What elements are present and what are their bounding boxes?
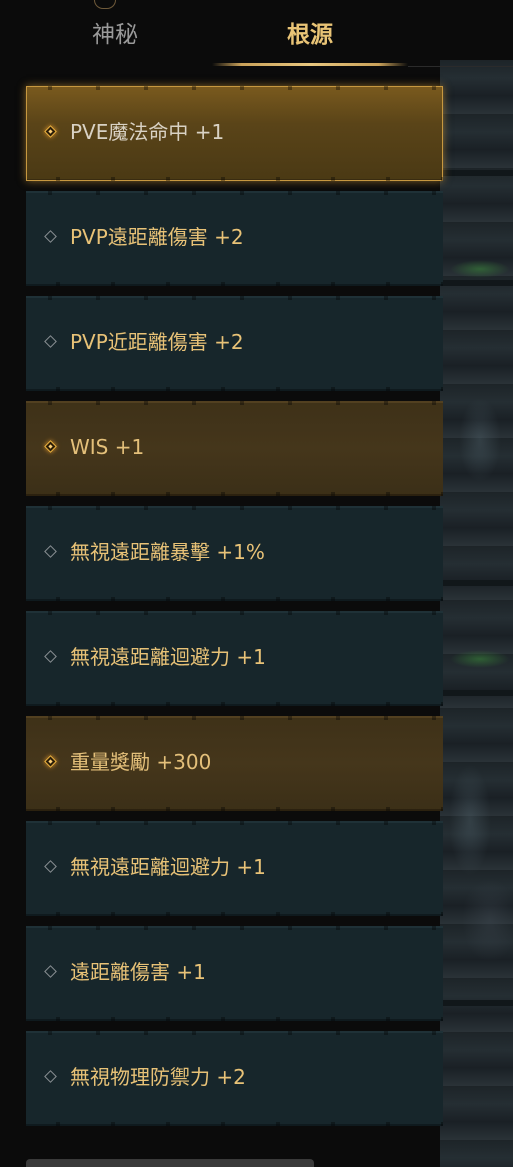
stat-label: 遠距離傷害 +1 xyxy=(70,960,206,984)
diamond-active-icon xyxy=(44,440,57,453)
diamond-icon xyxy=(44,545,57,558)
stat-list-item[interactable]: 遠距離傷害 +1 xyxy=(26,926,443,1021)
moss-decoration xyxy=(450,260,510,278)
relief-band xyxy=(440,1000,513,1006)
diamond-icon xyxy=(44,860,57,873)
tab-divider xyxy=(408,66,513,67)
stat-panel: 神秘 根源 PVE魔法命中 +1 PVP遠距離傷害 +2 PVP近距離傷害 +2 WI… xyxy=(0,0,513,1167)
stat-label: 無視遠距離暴擊 +1% xyxy=(70,540,265,564)
scroll-edge-bar xyxy=(26,1159,314,1167)
active-tab-underline xyxy=(212,63,408,66)
tab-mystic[interactable]: 神秘 xyxy=(60,18,170,62)
stat-label: 無視遠距離迴避力 +1 xyxy=(70,645,266,669)
stat-label: 重量獎勵 +300 xyxy=(70,750,212,774)
relief-band xyxy=(440,690,513,696)
tab-origin[interactable]: 根源 xyxy=(212,18,408,62)
stat-label: 無視遠距離迴避力 +1 xyxy=(70,855,266,879)
diamond-icon xyxy=(44,335,57,348)
diamond-icon xyxy=(44,965,57,978)
stat-label: PVE魔法命中 +1 xyxy=(70,120,225,144)
stat-list-item[interactable]: 無視遠距離迴避力 +1 xyxy=(26,611,443,706)
stat-list: PVE魔法命中 +1 PVP遠距離傷害 +2 PVP近距離傷害 +2 WIS +1 無視… xyxy=(26,86,443,1136)
diamond-icon xyxy=(44,1070,57,1083)
stone-relief-background xyxy=(440,60,513,1167)
relief-band xyxy=(440,580,513,586)
stat-label: 無視物理防禦力 +2 xyxy=(70,1065,246,1089)
stat-list-item[interactable]: WIS +1 xyxy=(26,401,443,496)
stat-label: PVP遠距離傷害 +2 xyxy=(70,225,244,249)
stat-list-item[interactable]: 無視遠距離迴避力 +1 xyxy=(26,821,443,916)
diamond-active-icon xyxy=(44,125,57,138)
stat-list-item[interactable]: 無視遠距離暴擊 +1% xyxy=(26,506,443,601)
moss-decoration xyxy=(450,650,510,668)
relief-band xyxy=(440,170,513,176)
stat-list-item[interactable]: 重量獎勵 +300 xyxy=(26,716,443,811)
diamond-icon xyxy=(44,650,57,663)
stat-list-item[interactable]: PVP遠距離傷害 +2 xyxy=(26,191,443,286)
relief-band xyxy=(440,280,513,286)
stat-label: WIS +1 xyxy=(70,435,145,459)
stat-list-item[interactable]: PVP近距離傷害 +2 xyxy=(26,296,443,391)
stat-list-item[interactable]: PVE魔法命中 +1 xyxy=(26,86,443,181)
stat-label: PVP近距離傷害 +2 xyxy=(70,330,244,354)
diamond-active-icon xyxy=(44,755,57,768)
tab-bar: 神秘 根源 xyxy=(0,0,513,70)
stat-list-item[interactable]: 無視物理防禦力 +2 xyxy=(26,1031,443,1126)
diamond-icon xyxy=(44,230,57,243)
